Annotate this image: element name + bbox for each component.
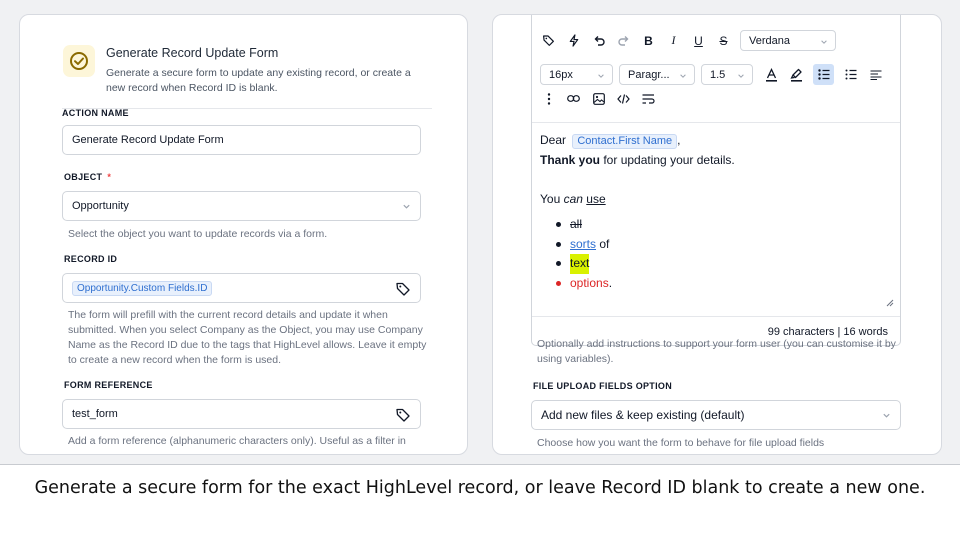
content-line-blank [540,170,890,190]
comma-text: , [677,133,681,147]
link-icon[interactable] [565,90,582,107]
toolbar-row-2: 16px Paragr... 1.5 [540,64,892,85]
instructions-hint: Optionally add instructions to support y… [537,338,896,365]
can-italic: can [563,191,583,206]
block-type-value: Paragr... [628,68,670,81]
action-name-label: ACTION NAME [62,108,129,118]
record-id-input[interactable]: Opportunity.Custom Fields.ID [62,273,421,303]
tag-icon[interactable] [395,407,411,423]
form-reference-label: FORM REFERENCE [64,380,153,390]
italic-icon[interactable]: I [665,32,682,49]
content-line-thanks: Thank you for updating your details. [540,151,890,171]
numbered-list-icon[interactable] [842,66,859,83]
block-type-select[interactable]: Paragr... [619,64,695,85]
action-name-input[interactable]: Generate Record Update Form [62,125,421,155]
undo-icon[interactable] [590,32,607,49]
content-line-you-can-use: You can use [540,190,890,210]
rich-text-editor: B I U S Verdana 16px Paragr... 1.5 Dear … [531,15,901,346]
object-select[interactable]: Opportunity [62,191,421,221]
highlighted-text: text [570,254,590,274]
strikethrough-icon[interactable]: S [715,32,732,49]
list-item: all [540,215,890,235]
font-size-value: 16px [549,68,573,81]
you-text: You [540,191,564,206]
chevron-down-icon [821,40,827,44]
line-height-value: 1.5 [710,68,726,81]
file-upload-hint: Choose how you want the form to behave f… [537,437,825,449]
file-upload-label: FILE UPLOAD FIELDS OPTION [533,381,673,391]
list-item: sorts of [540,235,890,255]
record-id-variable-chip[interactable]: Opportunity.Custom Fields.ID [72,280,213,296]
file-upload-select[interactable]: Add new files & keep existing (default) [531,400,901,430]
object-select-value: Opportunity [72,200,129,212]
check-circle-icon [63,45,95,77]
action-description: Generate a secure form to update any exi… [106,67,411,94]
action-header: Generate Record Update Form Generate a s… [62,29,432,109]
object-label: OBJECT * [64,172,111,182]
object-hint: Select the object you want to update rec… [68,228,328,240]
line-height-select[interactable]: 1.5 [701,64,753,85]
text-color-icon[interactable] [763,66,780,83]
text-wrap-icon[interactable] [640,90,657,107]
image-icon[interactable] [590,90,607,107]
toolbar-row-3 [540,90,665,107]
tag-icon[interactable] [395,281,411,297]
bullet-list-icon[interactable] [813,64,834,85]
chevron-down-icon [680,74,686,78]
redo-icon[interactable] [615,32,632,49]
instructions-panel: B I U S Verdana 16px Paragr... 1.5 Dear … [492,14,942,455]
content-line-greeting: Dear Contact.First Name, [540,131,890,151]
align-left-icon[interactable] [867,66,884,83]
lightning-icon[interactable] [565,32,582,49]
list-item: options. [540,274,890,294]
form-reference-input[interactable]: test_form [62,399,421,429]
contact-first-name-chip[interactable]: Contact.First Name [572,134,678,149]
thank-you-bold: Thank you [540,152,601,167]
font-family-select[interactable]: Verdana [740,30,836,51]
bold-icon[interactable]: B [640,32,657,49]
use-underlined: use [586,191,606,206]
font-family-value: Verdana [749,34,790,47]
screenshot-stage: Generate Record Update Form Generate a s… [0,0,960,464]
record-id-hint: The form will prefill with the current r… [68,309,427,366]
underline-icon[interactable]: U [690,32,707,49]
list-item: text [540,254,890,274]
of-text: of [599,236,610,251]
editor-content[interactable]: Dear Contact.First Name, Thank you for u… [540,131,890,293]
more-vertical-icon[interactable] [540,90,557,107]
action-title: Generate Record Update Form [106,46,279,60]
chevron-down-icon [883,413,890,418]
tag-icon[interactable] [540,32,557,49]
toolbar-divider [532,122,900,123]
record-id-label: RECORD ID [64,254,118,264]
form-reference-hint: Add a form reference (alphanumeric chara… [68,435,406,447]
chevron-down-icon [738,74,744,78]
file-upload-value: Add new files & keep existing (default) [541,408,745,422]
thanks-rest-text: for updating your details. [600,152,735,167]
strike-text: all [570,217,583,231]
chevron-down-icon [598,74,604,78]
form-reference-value: test_form [72,408,118,420]
period-text: . [608,275,613,290]
code-icon[interactable] [615,90,632,107]
highlight-icon[interactable] [788,66,805,83]
object-label-text: OBJECT [64,172,103,182]
toolbar-row-1: B I U S Verdana [540,30,842,51]
action-config-panel: Generate Record Update Form Generate a s… [19,14,468,455]
sorts-link[interactable]: sorts [570,235,596,255]
action-name-value: Generate Record Update Form [72,134,224,146]
chevron-down-icon [403,204,410,209]
resize-handle-icon[interactable] [886,299,894,307]
slide-caption: Generate a secure form for the exact Hig… [34,478,926,498]
red-text: options [570,275,609,290]
required-asterisk: * [107,172,112,182]
dear-text: Dear [540,133,567,147]
caption-divider [0,464,960,465]
font-size-select[interactable]: 16px [540,64,613,85]
